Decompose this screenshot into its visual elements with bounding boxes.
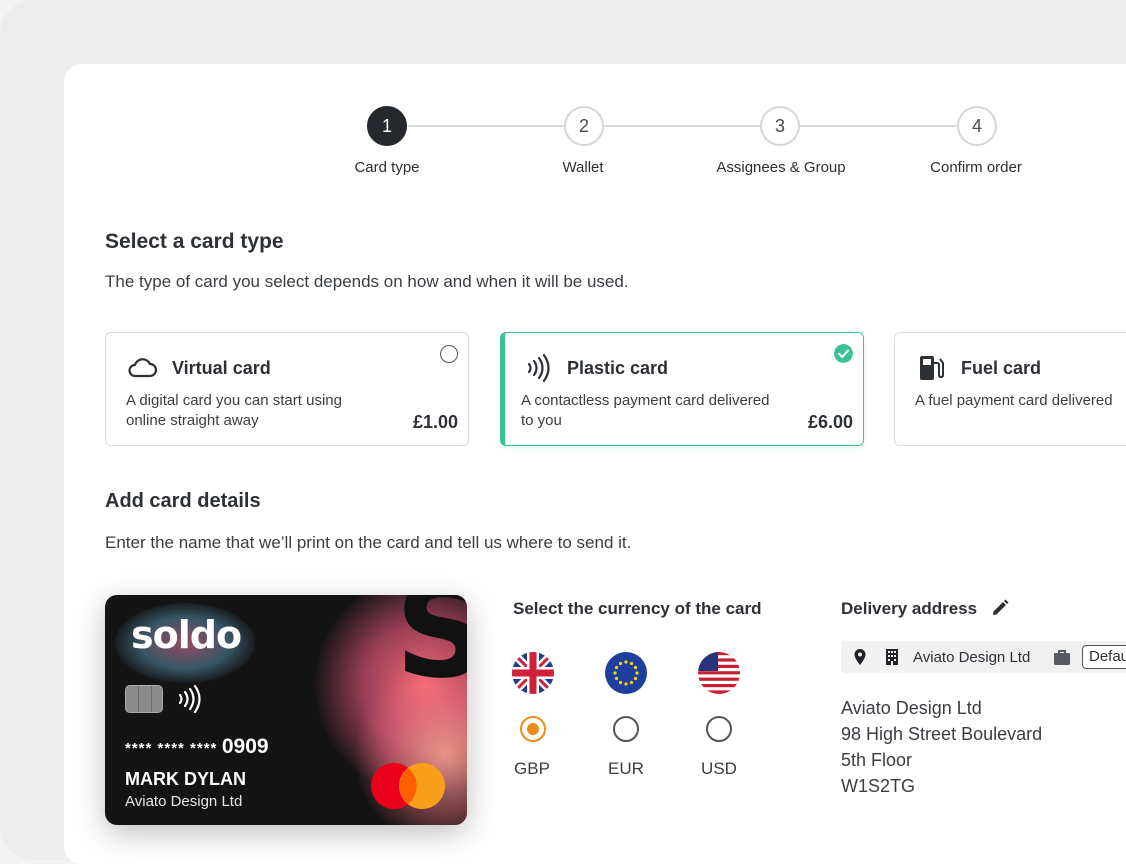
cloud-icon: [128, 358, 158, 378]
option-title: Plastic card: [567, 358, 669, 378]
card-type-description: The type of card you select depends on h…: [105, 272, 629, 291]
fuel-pump-icon: [920, 356, 944, 380]
contactless-icon: [527, 353, 550, 383]
card-number-mask: **** **** ****: [125, 740, 218, 757]
option-price: £6.00: [807, 412, 853, 432]
card-number-last: 0909: [221, 735, 269, 758]
step-connector: [800, 125, 957, 127]
step-2-circle[interactable]: 2: [564, 106, 604, 146]
card-holder-name: MARK DYLAN: [125, 769, 246, 789]
eu-flag-icon: [605, 652, 647, 694]
option-title: Fuel card: [961, 358, 1042, 378]
address-line: W1S2TG: [841, 776, 916, 796]
eur-radio[interactable]: [613, 716, 639, 742]
card-number: **** **** **** 0909: [125, 735, 269, 759]
default-badge: Default: [1082, 645, 1126, 669]
soldo-logo: soldo: [131, 613, 242, 657]
virtual-card-option[interactable]: Virtual card A digital card you can star…: [105, 332, 469, 446]
location-pin-icon: [854, 649, 866, 665]
eur-label: EUR: [608, 759, 644, 778]
checkmark-icon[interactable]: [834, 344, 853, 363]
delivery-address-lines: Aviato Design Ltd 98 High Street Bouleva…: [841, 695, 1042, 799]
step-2-label: Wallet: [562, 159, 604, 176]
card-preview: S soldo **** **** **** 0909 MARK DYLAN A…: [105, 595, 467, 825]
address-line: 98 High Street Boulevard: [841, 724, 1043, 744]
card-details-description: Enter the name that we’ll print on the c…: [105, 533, 632, 552]
option-description: A fuel payment card delivered: [915, 392, 1113, 409]
usd-radio[interactable]: [706, 716, 732, 742]
plastic-card-option[interactable]: Plastic card A contactless payment card …: [500, 332, 864, 446]
mastercard-logo-icon: [371, 763, 445, 809]
gbp-label: GBP: [514, 759, 550, 778]
stepper: 1 2 3 4 Card type Wallet Assignees & Gro…: [0, 0, 1126, 200]
briefcase-icon: [1054, 650, 1070, 665]
uk-flag-icon: [512, 652, 554, 694]
option-description: A digital card you can start using onlin…: [126, 392, 342, 429]
delivery-address-chip[interactable]: Aviato Design Ltd Default: [841, 641, 1126, 673]
step-connector: [604, 125, 760, 127]
delivery-chip-name: Aviato Design Ltd: [913, 649, 1031, 666]
step-3-circle[interactable]: 3: [760, 106, 800, 146]
option-description: A contactless payment card delivered to …: [521, 392, 770, 429]
step-4-label: Confirm order: [930, 159, 1022, 176]
chip-icon: [125, 685, 163, 713]
fuel-card-option[interactable]: Fuel card A fuel payment card delivered: [894, 332, 1126, 446]
card-company: Aviato Design Ltd: [125, 793, 243, 810]
address-line: Aviato Design Ltd: [841, 698, 982, 718]
us-flag-icon: [698, 652, 740, 694]
contactless-icon: [178, 684, 201, 714]
usd-label: USD: [701, 759, 737, 778]
step-connector: [408, 125, 564, 127]
option-title: Virtual card: [172, 358, 271, 378]
step-1-circle[interactable]: 1: [367, 106, 407, 146]
option-price: £1.00: [412, 412, 458, 432]
step-4-circle[interactable]: 4: [957, 106, 997, 146]
currency-title: Select the currency of the card: [513, 599, 762, 618]
step-1-label: Card type: [354, 159, 420, 176]
address-line: 5th Floor: [841, 750, 913, 770]
card-details-title: Add card details: [105, 490, 261, 512]
card-big-letter: S: [395, 595, 467, 707]
edit-pencil-icon[interactable]: [990, 598, 1010, 618]
option-radio[interactable]: [440, 345, 458, 363]
building-icon: [886, 649, 898, 665]
gbp-radio[interactable]: [520, 716, 546, 742]
card-type-title: Select a card type: [105, 230, 284, 253]
delivery-title: Delivery address: [841, 599, 978, 618]
step-3-label: Assignees & Group: [716, 159, 846, 176]
